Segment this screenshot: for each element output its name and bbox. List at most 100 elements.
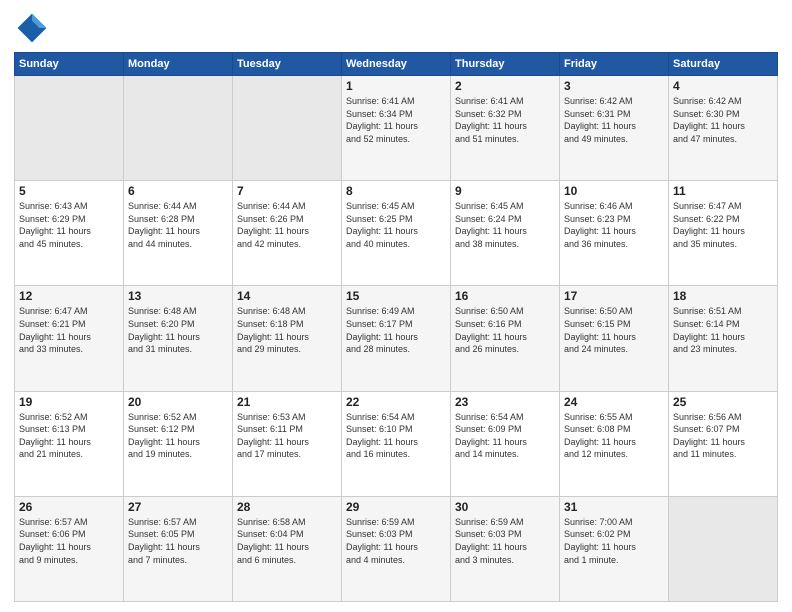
day-info: Sunrise: 6:41 AM Sunset: 6:32 PM Dayligh… [455, 95, 555, 145]
day-info: Sunrise: 6:51 AM Sunset: 6:14 PM Dayligh… [673, 305, 773, 355]
week-row-2: 5 Sunrise: 6:43 AM Sunset: 6:29 PM Daylig… [15, 181, 778, 286]
day-number: 7 [237, 184, 337, 198]
day-number: 30 [455, 500, 555, 514]
day-info: Sunrise: 6:42 AM Sunset: 6:30 PM Dayligh… [673, 95, 773, 145]
day-info: Sunrise: 6:54 AM Sunset: 6:10 PM Dayligh… [346, 411, 446, 461]
week-row-3: 12 Sunrise: 6:47 AM Sunset: 6:21 PM Dayli… [15, 286, 778, 391]
day-cell: 17 Sunrise: 6:50 AM Sunset: 6:15 PM Dayli… [560, 286, 669, 391]
day-number: 25 [673, 395, 773, 409]
day-info: Sunrise: 6:58 AM Sunset: 6:04 PM Dayligh… [237, 516, 337, 566]
day-number: 1 [346, 79, 446, 93]
day-cell: 24 Sunrise: 6:55 AM Sunset: 6:08 PM Dayli… [560, 391, 669, 496]
day-number: 14 [237, 289, 337, 303]
day-info: Sunrise: 6:46 AM Sunset: 6:23 PM Dayligh… [564, 200, 664, 250]
week-row-5: 26 Sunrise: 6:57 AM Sunset: 6:06 PM Dayli… [15, 496, 778, 601]
day-cell: 16 Sunrise: 6:50 AM Sunset: 6:16 PM Dayli… [451, 286, 560, 391]
day-info: Sunrise: 6:44 AM Sunset: 6:26 PM Dayligh… [237, 200, 337, 250]
day-number: 13 [128, 289, 228, 303]
day-cell: 10 Sunrise: 6:46 AM Sunset: 6:23 PM Dayli… [560, 181, 669, 286]
day-number: 21 [237, 395, 337, 409]
weekday-header-wednesday: Wednesday [342, 53, 451, 76]
day-info: Sunrise: 6:43 AM Sunset: 6:29 PM Dayligh… [19, 200, 119, 250]
weekday-header-saturday: Saturday [669, 53, 778, 76]
day-cell: 29Sunrise: 6:59 AM Sunset: 6:03 PM Dayli… [342, 496, 451, 601]
day-cell [669, 496, 778, 601]
day-cell: 4 Sunrise: 6:42 AM Sunset: 6:30 PM Daylig… [669, 76, 778, 181]
day-info: Sunrise: 6:41 AM Sunset: 6:34 PM Dayligh… [346, 95, 446, 145]
day-number: 11 [673, 184, 773, 198]
day-cell: 12 Sunrise: 6:47 AM Sunset: 6:21 PM Dayli… [15, 286, 124, 391]
day-info: Sunrise: 6:45 AM Sunset: 6:24 PM Dayligh… [455, 200, 555, 250]
day-info: Sunrise: 6:47 AM Sunset: 6:22 PM Dayligh… [673, 200, 773, 250]
weekday-header-row: SundayMondayTuesdayWednesdayThursdayFrid… [15, 53, 778, 76]
day-info: Sunrise: 6:52 AM Sunset: 6:12 PM Dayligh… [128, 411, 228, 461]
weekday-header-monday: Monday [124, 53, 233, 76]
day-cell: 8 Sunrise: 6:45 AM Sunset: 6:25 PM Daylig… [342, 181, 451, 286]
day-number: 12 [19, 289, 119, 303]
day-number: 5 [19, 184, 119, 198]
day-info: Sunrise: 6:42 AM Sunset: 6:31 PM Dayligh… [564, 95, 664, 145]
day-cell: 1 Sunrise: 6:41 AM Sunset: 6:34 PM Daylig… [342, 76, 451, 181]
day-info: Sunrise: 6:50 AM Sunset: 6:16 PM Dayligh… [455, 305, 555, 355]
day-number: 8 [346, 184, 446, 198]
day-info: Sunrise: 6:50 AM Sunset: 6:15 PM Dayligh… [564, 305, 664, 355]
calendar: SundayMondayTuesdayWednesdayThursdayFrid… [14, 52, 778, 602]
day-cell: 30 Sunrise: 6:59 AM Sunset: 6:03 PM Dayli… [451, 496, 560, 601]
day-number: 24 [564, 395, 664, 409]
day-number: 26 [19, 500, 119, 514]
day-info: Sunrise: 6:48 AM Sunset: 6:18 PM Dayligh… [237, 305, 337, 355]
day-number: 18 [673, 289, 773, 303]
day-info: Sunrise: 6:57 AM Sunset: 6:06 PM Dayligh… [19, 516, 119, 566]
day-cell [124, 76, 233, 181]
day-cell: 3 Sunrise: 6:42 AM Sunset: 6:31 PM Daylig… [560, 76, 669, 181]
day-info: Sunrise: 6:44 AM Sunset: 6:28 PM Dayligh… [128, 200, 228, 250]
day-number: 2 [455, 79, 555, 93]
day-cell: 7 Sunrise: 6:44 AM Sunset: 6:26 PM Daylig… [233, 181, 342, 286]
day-info: Sunrise: 6:45 AM Sunset: 6:25 PM Dayligh… [346, 200, 446, 250]
day-info: Sunrise: 6:56 AM Sunset: 6:07 PM Dayligh… [673, 411, 773, 461]
day-number: 20 [128, 395, 228, 409]
day-cell: 6 Sunrise: 6:44 AM Sunset: 6:28 PM Daylig… [124, 181, 233, 286]
day-number: 17 [564, 289, 664, 303]
page: SundayMondayTuesdayWednesdayThursdayFrid… [0, 0, 792, 612]
day-cell: 26 Sunrise: 6:57 AM Sunset: 6:06 PM Dayli… [15, 496, 124, 601]
day-cell: 18 Sunrise: 6:51 AM Sunset: 6:14 PM Dayli… [669, 286, 778, 391]
logo-icon [14, 10, 50, 46]
day-number: 4 [673, 79, 773, 93]
logo [14, 10, 54, 46]
day-info: Sunrise: 6:59 AM Sunset: 6:03 PM Dayligh… [455, 516, 555, 566]
day-cell: 14 Sunrise: 6:48 AM Sunset: 6:18 PM Dayli… [233, 286, 342, 391]
day-number: 22 [346, 395, 446, 409]
day-cell: 27 Sunrise: 6:57 AM Sunset: 6:05 PM Dayli… [124, 496, 233, 601]
weekday-header-sunday: Sunday [15, 53, 124, 76]
day-cell: 11 Sunrise: 6:47 AM Sunset: 6:22 PM Dayli… [669, 181, 778, 286]
day-info: Sunrise: 6:47 AM Sunset: 6:21 PM Dayligh… [19, 305, 119, 355]
day-cell: 13Sunrise: 6:48 AM Sunset: 6:20 PM Dayli… [124, 286, 233, 391]
day-cell [15, 76, 124, 181]
day-number: 27 [128, 500, 228, 514]
week-row-1: 1 Sunrise: 6:41 AM Sunset: 6:34 PM Daylig… [15, 76, 778, 181]
day-cell [233, 76, 342, 181]
day-info: Sunrise: 6:54 AM Sunset: 6:09 PM Dayligh… [455, 411, 555, 461]
day-number: 15 [346, 289, 446, 303]
day-number: 31 [564, 500, 664, 514]
day-cell: 28Sunrise: 6:58 AM Sunset: 6:04 PM Dayli… [233, 496, 342, 601]
day-cell: 21Sunrise: 6:53 AM Sunset: 6:11 PM Dayli… [233, 391, 342, 496]
weekday-header-tuesday: Tuesday [233, 53, 342, 76]
day-info: Sunrise: 6:49 AM Sunset: 6:17 PM Dayligh… [346, 305, 446, 355]
day-cell: 23Sunrise: 6:54 AM Sunset: 6:09 PM Dayli… [451, 391, 560, 496]
day-cell: 15 Sunrise: 6:49 AM Sunset: 6:17 PM Dayli… [342, 286, 451, 391]
day-number: 9 [455, 184, 555, 198]
day-number: 16 [455, 289, 555, 303]
day-cell: 25 Sunrise: 6:56 AM Sunset: 6:07 PM Dayli… [669, 391, 778, 496]
day-info: Sunrise: 6:55 AM Sunset: 6:08 PM Dayligh… [564, 411, 664, 461]
day-number: 6 [128, 184, 228, 198]
day-cell: 19Sunrise: 6:52 AM Sunset: 6:13 PM Dayli… [15, 391, 124, 496]
header [14, 10, 778, 46]
day-info: Sunrise: 6:57 AM Sunset: 6:05 PM Dayligh… [128, 516, 228, 566]
day-number: 3 [564, 79, 664, 93]
day-number: 10 [564, 184, 664, 198]
day-info: Sunrise: 6:52 AM Sunset: 6:13 PM Dayligh… [19, 411, 119, 461]
weekday-header-thursday: Thursday [451, 53, 560, 76]
day-cell: 31Sunrise: 7:00 AM Sunset: 6:02 PM Dayli… [560, 496, 669, 601]
